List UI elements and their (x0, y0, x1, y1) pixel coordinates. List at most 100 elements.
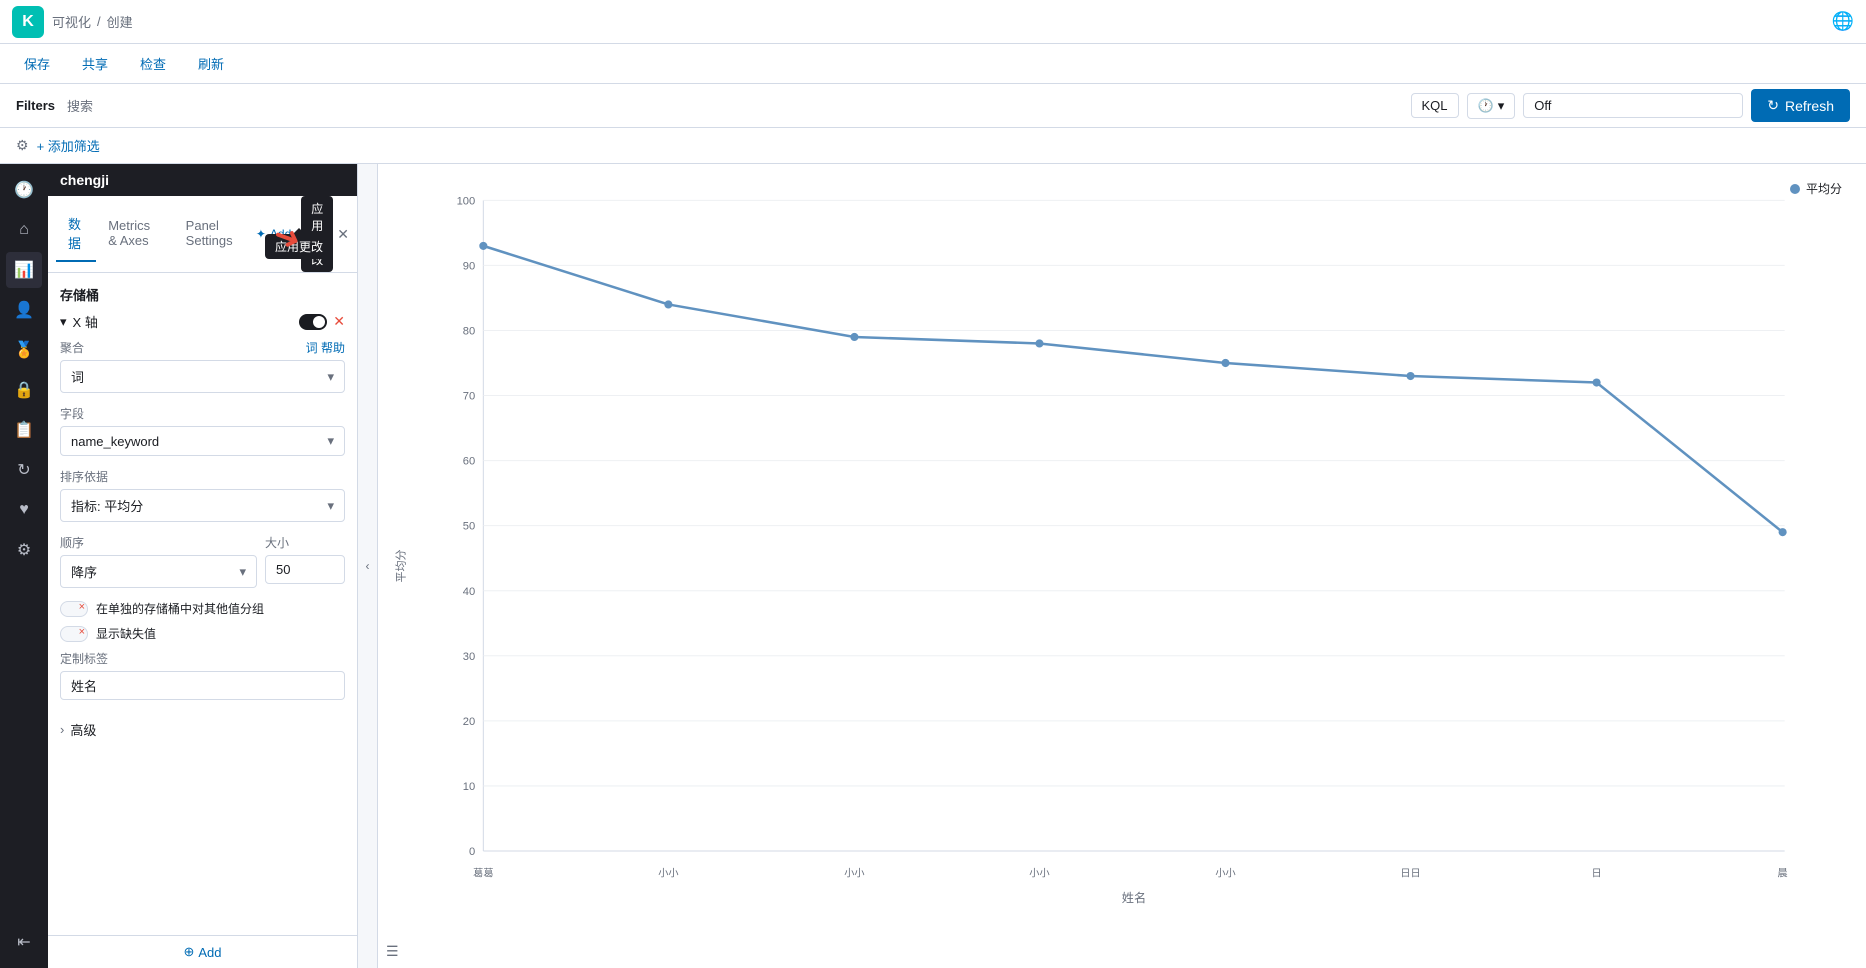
order-col: 顺序 降序 ▾ (60, 534, 257, 588)
svg-text:日日: 日日 (1400, 868, 1420, 879)
sidebar-icon-medal[interactable]: 🏅 (6, 332, 42, 368)
svg-text:50: 50 (463, 521, 475, 533)
sidebar-icon-expand[interactable]: ⇤ (6, 924, 42, 960)
legend-row: ☰ (386, 943, 399, 960)
svg-text:30: 30 (463, 651, 475, 663)
svg-text:小小: 小小 (1029, 867, 1049, 879)
size-input[interactable] (265, 555, 345, 584)
svg-text:100: 100 (457, 195, 476, 207)
panel-title: chengji (60, 172, 109, 188)
collapse-handle[interactable]: ‹ (358, 164, 378, 968)
other-bucket-row: 在单独的存储桶中对其他值分组 (60, 600, 345, 617)
chart-svg: 100 90 80 70 60 50 40 30 20 10 (418, 180, 1850, 912)
sort-select[interactable]: 指标: 平均分 ▾ (60, 489, 345, 522)
custom-label-group: 定制标签 (60, 650, 345, 700)
panel-header: chengji (48, 164, 357, 196)
settings-gear-icon[interactable]: ⚙ (16, 137, 29, 154)
advanced-row[interactable]: › 高级 (60, 712, 345, 747)
aggregation-select[interactable]: 词 ▾ (60, 360, 345, 393)
sidebar-icon-heart[interactable]: ♥ (6, 492, 42, 528)
x-axis-toggle[interactable] (299, 314, 327, 330)
advanced-chevron: › (60, 722, 64, 737)
breadcrumb-separator: / (97, 14, 101, 29)
main-content: 🕐 ⌂ 📊 👤 🏅 🔒 📋 ↻ ♥ ⚙ ⇤ chengji 数据 Metrics… (0, 164, 1866, 968)
add-bottom-button[interactable]: ⊕ Add (183, 944, 221, 960)
aggregation-caret: ▾ (327, 369, 334, 385)
order-value: 降序 (71, 562, 97, 581)
bucket-section-title: 存储桶 (60, 285, 345, 304)
order-select[interactable]: 降序 ▾ (60, 555, 257, 588)
filters-label: Filters (16, 98, 55, 113)
sidebar-icon-docs[interactable]: 📋 (6, 412, 42, 448)
sidebar-icon-lock[interactable]: 🔒 (6, 372, 42, 408)
close-panel-button[interactable]: ✕ (337, 226, 349, 243)
topbar-right: 🌐 (1832, 11, 1854, 32)
svg-text:小小: 小小 (1215, 867, 1235, 879)
sidebar-icon-chart[interactable]: 📊 (6, 252, 42, 288)
legend-icon-button[interactable]: ☰ (386, 943, 399, 960)
custom-label-text: 定制标签 (60, 650, 108, 667)
missing-values-toggle[interactable] (60, 626, 88, 642)
panel-body: 存储桶 ▾ X 轴 ✕ 聚合 词 帮助 (48, 273, 357, 935)
add-filter-button[interactable]: + 添加筛选 (37, 136, 100, 155)
svg-text:姓名: 姓名 (1122, 890, 1146, 905)
legend-dot (1790, 184, 1800, 194)
svg-text:日: 日 (1592, 868, 1602, 879)
action-bar: 保存 共享 检查 刷新 (0, 44, 1866, 84)
svg-text:晨: 晨 (1778, 867, 1788, 879)
time-button[interactable]: 🕐 ▾ (1467, 93, 1516, 119)
x-axis-close[interactable]: ✕ (333, 313, 345, 330)
aggregation-help[interactable]: 词 帮助 (306, 339, 345, 356)
x-axis-chevron[interactable]: ▾ (60, 314, 67, 330)
app-sidebar: 🕐 ⌂ 📊 👤 🏅 🔒 📋 ↻ ♥ ⚙ ⇤ (0, 164, 48, 968)
refresh-label: Refresh (1785, 98, 1834, 114)
globe-icon: 🌐 (1832, 11, 1854, 32)
refresh-button[interactable]: ↻ Refresh (1751, 89, 1850, 122)
filter-bar: Filters 搜索 KQL 🕐 ▾ ↻ Refresh (0, 84, 1866, 128)
sidebar-icon-user[interactable]: 👤 (6, 292, 42, 328)
add-plus-icon: ⊕ (183, 944, 194, 960)
svg-text:80: 80 (463, 326, 475, 338)
svg-text:小小: 小小 (844, 867, 864, 879)
custom-label-input[interactable] (60, 671, 345, 700)
x-axis-label: ▾ X 轴 (60, 312, 98, 331)
refresh-action-button[interactable]: 刷新 (190, 50, 232, 77)
panel-tabs: 数据 Metrics & Axes Panel Settings ✦ Add 应… (48, 196, 357, 273)
left-panel: chengji 数据 Metrics & Axes Panel Settings… (48, 164, 358, 968)
sidebar-icon-home[interactable]: ⌂ (6, 212, 42, 248)
sidebar-icon-refresh[interactable]: ↻ (6, 452, 42, 488)
sidebar-icon-gear[interactable]: ⚙ (6, 532, 42, 568)
tab-data[interactable]: 数据 (56, 206, 96, 262)
save-button[interactable]: 保存 (16, 50, 58, 77)
tab-panel-settings[interactable]: Panel Settings (174, 210, 250, 258)
size-label-text: 大小 (265, 534, 289, 551)
breadcrumb-current: 创建 (107, 12, 133, 31)
x-axis-text: X 轴 (73, 312, 98, 331)
other-bucket-label: 在单独的存储桶中对其他值分组 (96, 600, 264, 617)
add-bottom-label: Add (198, 945, 221, 960)
breadcrumb: 可视化 / 创建 (52, 12, 133, 31)
off-input[interactable] (1523, 93, 1743, 118)
share-button[interactable]: 共享 (74, 50, 116, 77)
filterbar-right: KQL 🕐 ▾ ↻ Refresh (1411, 89, 1851, 122)
settings-row: ⚙ + 添加筛选 (0, 128, 1866, 164)
chart-area: 平均分 平均分 100 90 80 70 60 (378, 164, 1866, 968)
sidebar-icon-clock[interactable]: 🕐 (6, 172, 42, 208)
aggregation-label-text: 聚合 (60, 339, 84, 356)
legend-label: 平均分 (1806, 180, 1842, 197)
inspect-button[interactable]: 检查 (132, 50, 174, 77)
sort-label-text: 排序依据 (60, 468, 108, 485)
order-label: 顺序 (60, 534, 257, 551)
sort-caret: ▾ (327, 498, 334, 514)
kql-button[interactable]: KQL (1411, 93, 1459, 118)
x-axis-controls: ✕ (299, 313, 345, 330)
field-select[interactable]: name_keyword ▾ (60, 426, 345, 456)
aggregation-label: 聚合 词 帮助 (60, 339, 345, 356)
time-chevron: ▾ (1498, 98, 1505, 114)
field-value: name_keyword (71, 434, 159, 449)
aggregation-value: 词 (71, 367, 84, 386)
size-col: 大小 (265, 534, 345, 588)
other-bucket-toggle[interactable] (60, 601, 88, 617)
tab-metrics-axes[interactable]: Metrics & Axes (96, 210, 173, 258)
custom-label-section-label: 定制标签 (60, 650, 345, 667)
